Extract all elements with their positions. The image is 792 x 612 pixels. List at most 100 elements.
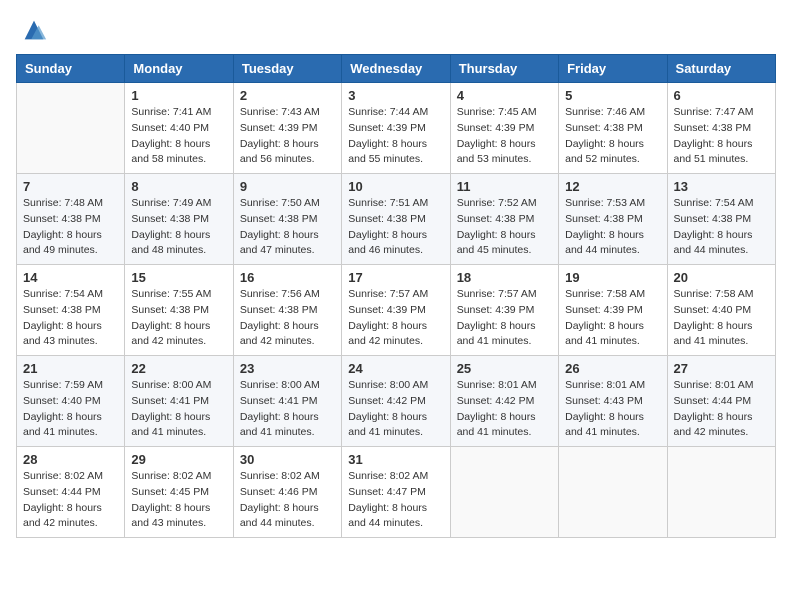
day-info-line: Daylight: 8 hours <box>23 411 102 423</box>
day-number: 25 <box>457 361 552 376</box>
week-row: 7 Sunrise: 7:48 AMSunset: 4:38 PMDaylight… <box>17 174 776 265</box>
day-of-week-header: Friday <box>559 55 667 83</box>
day-info-line: Daylight: 8 hours <box>565 229 644 241</box>
day-number: 1 <box>131 88 226 103</box>
day-info-line: Daylight: 8 hours <box>240 229 319 241</box>
day-number: 22 <box>131 361 226 376</box>
day-info-line: Sunset: 4:46 PM <box>240 486 318 498</box>
day-info-line: and 43 minutes. <box>23 335 98 347</box>
calendar-cell: 1Sunrise: 7:41 AMSunset: 4:40 PMDaylight… <box>125 83 233 174</box>
day-of-week-header: Wednesday <box>342 55 450 83</box>
day-info-line: Sunset: 4:44 PM <box>674 395 752 407</box>
day-info: Sunrise: 8:01 AMSunset: 4:43 PMDaylight:… <box>565 378 660 441</box>
day-info-line: Daylight: 8 hours <box>23 229 102 241</box>
day-info-line: and 52 minutes. <box>565 153 640 165</box>
day-info: Sunrise: 8:02 AM Sunset: 4:46 PM Daylight:… <box>240 469 335 532</box>
day-info: Sunrise: 7:48 AMSunset: 4:38 PMDaylight:… <box>23 196 118 259</box>
day-info-line: Sunset: 4:38 PM <box>348 213 426 225</box>
day-info-line: Sunrise: 7:58 AM <box>565 288 645 300</box>
day-info-line: Sunset: 4:43 PM <box>565 395 643 407</box>
calendar-cell <box>17 83 125 174</box>
day-info-line: and 45 minutes. <box>457 244 532 256</box>
day-number: 21 <box>23 361 118 376</box>
day-info-line: Sunrise: 8:00 AM <box>240 379 320 391</box>
day-info-line: Daylight: 8 hours <box>674 320 753 332</box>
day-info-line: Sunset: 4:38 PM <box>674 122 752 134</box>
day-info-line: Daylight: 8 hours <box>23 502 102 514</box>
day-info: Sunrise: 7:43 AMSunset: 4:39 PMDaylight:… <box>240 105 335 168</box>
day-of-week-header: Tuesday <box>233 55 341 83</box>
day-info-line: Sunrise: 7:47 AM <box>674 106 754 118</box>
day-info-line: Daylight: 8 hours <box>674 411 753 423</box>
calendar-cell: 23Sunrise: 8:00 AMSunset: 4:41 PMDayligh… <box>233 356 341 447</box>
day-info-line: Sunset: 4:38 PM <box>240 213 318 225</box>
day-info-line: and 42 minutes. <box>348 335 423 347</box>
day-number: 14 <box>23 270 118 285</box>
day-info: Sunrise: 7:44 AMSunset: 4:39 PMDaylight:… <box>348 105 443 168</box>
day-info-line: Sunrise: 7:45 AM <box>457 106 537 118</box>
day-info-line: and 41 minutes. <box>565 335 640 347</box>
day-info-line: and 42 minutes. <box>674 426 749 438</box>
day-info-line: Sunrise: 7:59 AM <box>23 379 103 391</box>
calendar-cell: 3Sunrise: 7:44 AMSunset: 4:39 PMDaylight… <box>342 83 450 174</box>
day-info-line: Daylight: 8 hours <box>457 411 536 423</box>
day-info-line: Sunset: 4:39 PM <box>240 122 318 134</box>
day-info-line: Sunrise: 7:56 AM <box>240 288 320 300</box>
day-info-line: Sunrise: 8:01 AM <box>457 379 537 391</box>
logo-icon <box>20 16 48 44</box>
day-info-line: Sunset: 4:41 PM <box>131 395 209 407</box>
day-info-line: and 41 minutes. <box>131 426 206 438</box>
calendar-cell: 25Sunrise: 8:01 AMSunset: 4:42 PMDayligh… <box>450 356 558 447</box>
day-info-line: Sunset: 4:39 PM <box>348 122 426 134</box>
day-number: 8 <box>131 179 226 194</box>
day-info-line: and 47 minutes. <box>240 244 315 256</box>
day-info-line: and 51 minutes. <box>674 153 749 165</box>
day-info-line: and 42 minutes. <box>23 517 98 529</box>
day-info-line: Daylight: 8 hours <box>565 320 644 332</box>
day-info-line: and 46 minutes. <box>348 244 423 256</box>
calendar-cell: 22Sunrise: 8:00 AMSunset: 4:41 PMDayligh… <box>125 356 233 447</box>
day-number: 12 <box>565 179 660 194</box>
day-info: Sunrise: 7:51 AMSunset: 4:38 PMDaylight:… <box>348 196 443 259</box>
day-number: 31 <box>348 452 443 467</box>
calendar-cell: 20Sunrise: 7:58 AMSunset: 4:40 PMDayligh… <box>667 265 775 356</box>
day-info-line: Daylight: 8 hours <box>131 138 210 150</box>
day-info: Sunrise: 8:00 AMSunset: 4:41 PMDaylight:… <box>240 378 335 441</box>
day-info-line: and 56 minutes. <box>240 153 315 165</box>
calendar-cell: 24Sunrise: 8:00 AMSunset: 4:42 PMDayligh… <box>342 356 450 447</box>
day-info-line: and 41 minutes. <box>565 426 640 438</box>
day-info-line: Sunset: 4:39 PM <box>457 122 535 134</box>
day-number: 28 <box>23 452 118 467</box>
day-info-line: and 41 minutes. <box>674 335 749 347</box>
day-info: Sunrise: 8:02 AMSunset: 4:44 PMDaylight:… <box>23 469 118 532</box>
day-info-line: Daylight: 8 hours <box>457 320 536 332</box>
day-info-line: Daylight: 8 hours <box>23 320 102 332</box>
day-info: Sunrise: 7:55 AMSunset: 4:38 PMDaylight:… <box>131 287 226 350</box>
day-info-line: Sunset: 4:47 PM <box>348 486 426 498</box>
day-info-line: Sunrise: 7:52 AM <box>457 197 537 209</box>
calendar-cell: 2Sunrise: 7:43 AMSunset: 4:39 PMDaylight… <box>233 83 341 174</box>
day-info-line: Sunset: 4:39 PM <box>457 304 535 316</box>
week-row: 1Sunrise: 7:41 AMSunset: 4:40 PMDaylight… <box>17 83 776 174</box>
day-info-line: Sunrise: 7:49 AM <box>131 197 211 209</box>
day-info-line: Daylight: 8 hours <box>240 502 319 514</box>
day-info-line: Sunrise: 7:44 AM <box>348 106 428 118</box>
day-number: 7 <box>23 179 118 194</box>
calendar-cell: 9Sunrise: 7:50 AMSunset: 4:38 PMDaylight… <box>233 174 341 265</box>
day-info-line: and 42 minutes. <box>131 335 206 347</box>
day-number: 9 <box>240 179 335 194</box>
day-info-line: Sunset: 4:38 PM <box>674 213 752 225</box>
day-info: Sunrise: 7:49 AMSunset: 4:38 PMDaylight:… <box>131 196 226 259</box>
day-number: 5 <box>565 88 660 103</box>
day-info-line: Sunset: 4:40 PM <box>23 395 101 407</box>
day-info-line: Daylight: 8 hours <box>240 320 319 332</box>
day-number: 20 <box>674 270 769 285</box>
day-info-line: Sunrise: 8:02 AM <box>240 470 320 482</box>
calendar-cell: 26Sunrise: 8:01 AMSunset: 4:43 PMDayligh… <box>559 356 667 447</box>
day-info-line: and 41 minutes. <box>457 335 532 347</box>
day-number: 4 <box>457 88 552 103</box>
day-info-line: Sunset: 4:38 PM <box>565 122 643 134</box>
day-info-line: Sunrise: 8:02 AM <box>131 470 211 482</box>
day-info-line: and 58 minutes. <box>131 153 206 165</box>
week-row: 14Sunrise: 7:54 AMSunset: 4:38 PMDayligh… <box>17 265 776 356</box>
